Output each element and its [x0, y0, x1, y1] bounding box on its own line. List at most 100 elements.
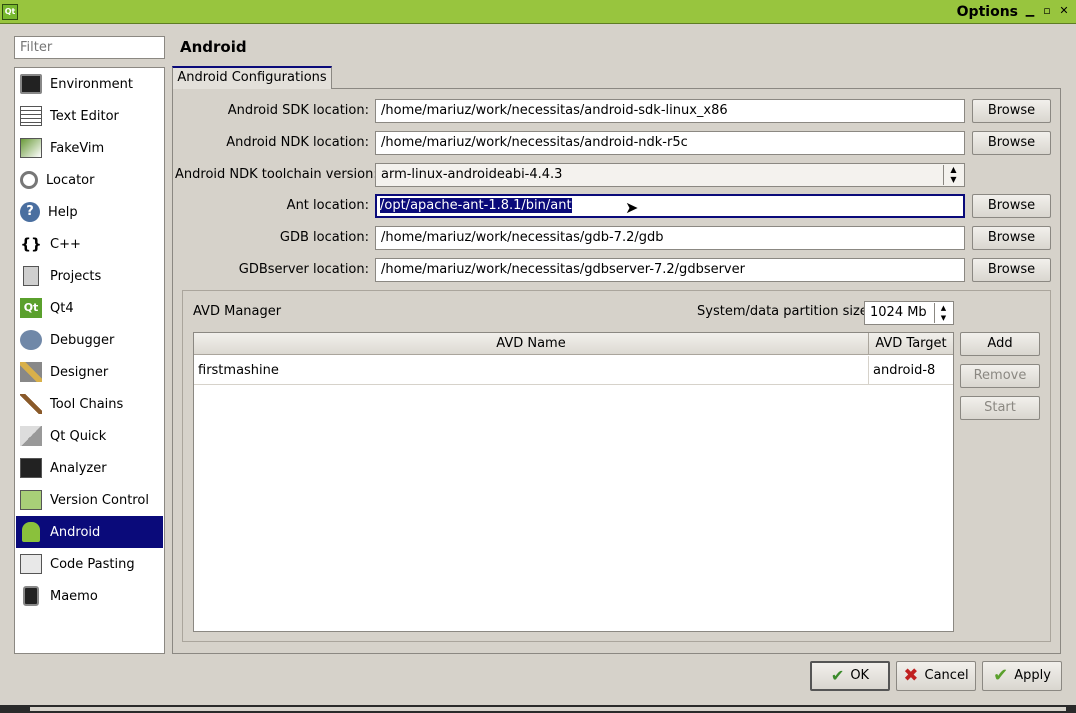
category-label: Designer [50, 364, 109, 380]
apply-label: Apply [1014, 668, 1051, 683]
title-bar [0, 0, 1076, 24]
tab-android-configurations[interactable]: Android Configurations [172, 66, 332, 89]
pencil-ruler-icon [20, 362, 42, 382]
ant-browse-button[interactable]: Browse [972, 194, 1051, 218]
qt-app-icon: Qt [2, 4, 18, 20]
category-version-control[interactable]: Version Control [16, 484, 163, 516]
ok-hand-icon: ✔ [830, 666, 845, 685]
category-locator[interactable]: Locator [16, 164, 163, 196]
gdb-location-field[interactable]: /home/mariuz/work/necessitas/gdb-7.2/gdb [375, 226, 965, 250]
toolchain-version-label: Android NDK toolchain version: [175, 167, 378, 182]
android-robot-icon [22, 522, 40, 542]
cancel-x-icon: ✖ [903, 665, 919, 686]
category-label: Locator [46, 172, 95, 188]
gdb-location-label: GDB location: [279, 230, 369, 245]
close-icon[interactable]: ✕ [1057, 4, 1071, 18]
category-text-editor[interactable]: Text Editor [16, 100, 163, 132]
category-label: Environment [50, 76, 134, 92]
category-environment[interactable]: Environment [16, 68, 163, 100]
category-label: FakeVim [50, 140, 105, 156]
sdk-browse-button[interactable]: Browse [972, 99, 1051, 123]
category-label: Version Control [50, 492, 149, 508]
help-question-icon: ? [20, 202, 40, 222]
maximize-icon[interactable]: ▫ [1040, 4, 1054, 18]
gdbserver-location-field[interactable]: /home/mariuz/work/necessitas/gdbserver-7… [375, 258, 965, 282]
gdbserver-location-label: GDBserver location: [238, 262, 369, 277]
category-label: C++ [50, 236, 81, 252]
category-help[interactable]: ? Help [16, 196, 163, 228]
category-maemo[interactable]: Maemo [16, 580, 163, 612]
category-qt4[interactable]: Qt Qt4 [16, 292, 163, 324]
category-qt-quick[interactable]: Qt Quick [16, 420, 163, 452]
category-cpp[interactable]: {} C++ [16, 228, 163, 260]
category-label: Maemo [50, 588, 98, 604]
category-tool-chains[interactable]: Tool Chains [16, 388, 163, 420]
documents-icon [20, 490, 42, 510]
text-document-icon [20, 106, 42, 126]
mouse-cursor-icon: ➤ [625, 198, 639, 217]
category-projects[interactable]: Projects [16, 260, 163, 292]
column-header-avd-target[interactable]: AVD Target [869, 333, 953, 355]
table-cell-avd-target[interactable]: android-8 [869, 356, 953, 385]
category-label: Code Pasting [50, 556, 135, 572]
category-code-pasting[interactable]: Code Pasting [16, 548, 163, 580]
filter-input[interactable] [14, 36, 165, 59]
column-header-avd-name[interactable]: AVD Name [194, 333, 869, 355]
remove-avd-button[interactable]: Remove [960, 364, 1040, 388]
page-title: Android [180, 38, 247, 56]
ok-label: OK [850, 668, 870, 683]
projects-icon [23, 266, 39, 286]
ant-location-value: /opt/apache-ant-1.8.1/bin/ant [380, 198, 572, 213]
category-fakevim[interactable]: FakeVim [16, 132, 163, 164]
category-analyzer[interactable]: Analyzer [16, 452, 163, 484]
fakevim-icon [20, 138, 42, 158]
hammer-icon [20, 394, 42, 414]
category-label: Qt Quick [50, 428, 107, 444]
toolchain-version-select[interactable]: arm-linux-androideabi-4.4.3 [375, 163, 965, 187]
category-debugger[interactable]: Debugger [16, 324, 163, 356]
category-label: Android [50, 524, 101, 540]
category-list: Environment Text Editor FakeVim Locator … [14, 67, 165, 654]
ok-button[interactable]: ✔ OK [810, 661, 890, 691]
ndk-location-field[interactable]: /home/mariuz/work/necessitas/android-ndk… [375, 131, 965, 155]
category-label: Projects [50, 268, 102, 284]
sdk-location-field[interactable]: /home/mariuz/work/necessitas/android-sdk… [375, 99, 965, 123]
minimize-icon[interactable]: ▁ [1023, 4, 1037, 18]
ndk-location-label: Android NDK location: [226, 135, 369, 150]
avd-manager-title: AVD Manager [193, 304, 282, 319]
phone-device-icon [23, 586, 39, 606]
start-avd-button[interactable]: Start [960, 396, 1040, 420]
cancel-button[interactable]: ✖ Cancel [896, 661, 976, 691]
category-designer[interactable]: Designer [16, 356, 163, 388]
gdb-browse-button[interactable]: Browse [972, 226, 1051, 250]
window-title: Options [956, 4, 1018, 20]
category-label: Analyzer [50, 460, 107, 476]
category-android[interactable]: Android [16, 516, 163, 548]
ant-location-label: Ant location: [286, 198, 369, 213]
table-cell-avd-name[interactable]: firstmashine [194, 356, 869, 385]
monitor-icon [20, 74, 42, 94]
clipboard-globe-icon [20, 554, 42, 574]
qt-logo-icon: Qt [20, 298, 42, 318]
apply-check-icon: ✔ [993, 665, 1009, 686]
cancel-label: Cancel [924, 668, 969, 683]
ndk-browse-button[interactable]: Browse [972, 131, 1051, 155]
spin-arrows-icon[interactable]: ▲ ▼ [934, 303, 952, 323]
category-label: Tool Chains [50, 396, 124, 412]
category-label: Qt4 [50, 300, 74, 316]
ant-location-field[interactable]: /opt/apache-ant-1.8.1/bin/ant [375, 194, 965, 218]
sdk-location-label: Android SDK location: [227, 103, 369, 118]
category-label: Help [48, 204, 78, 220]
magnifier-icon [20, 171, 38, 189]
add-avd-button[interactable]: Add [960, 332, 1040, 356]
bug-icon [20, 330, 42, 350]
gdbserver-browse-button[interactable]: Browse [972, 258, 1051, 282]
window-frame-bottom-inner [30, 707, 1066, 711]
partition-size-label: System/data partition size: [697, 304, 873, 319]
braces-icon: {} [20, 235, 42, 253]
paper-plane-icon [20, 426, 42, 446]
combo-arrows-icon[interactable]: ▲ ▼ [943, 165, 963, 185]
category-label: Text Editor [50, 108, 119, 124]
apply-button[interactable]: ✔ Apply [982, 661, 1062, 691]
category-label: Debugger [50, 332, 115, 348]
